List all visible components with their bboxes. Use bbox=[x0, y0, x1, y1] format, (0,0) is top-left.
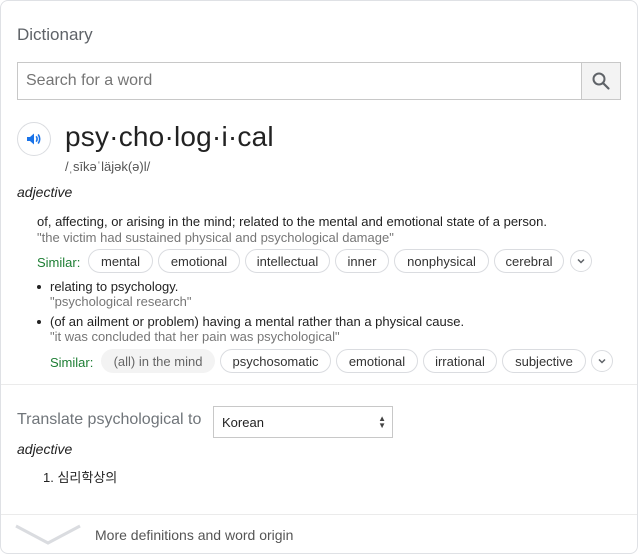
select-arrows-icon: ▲ ▼ bbox=[378, 414, 386, 430]
phonetic: /ˌsīkəˈläjək(ə)l/ bbox=[65, 159, 151, 174]
headword: psy·cho·log·i·cal bbox=[65, 121, 274, 152]
similar-chip[interactable]: subjective bbox=[502, 349, 586, 373]
card-title: Dictionary bbox=[17, 25, 93, 44]
expand-similar-button[interactable] bbox=[570, 250, 592, 272]
bullet bbox=[37, 320, 41, 324]
search-button[interactable] bbox=[581, 63, 620, 99]
definition-text: of, affecting, or arising in the mind; r… bbox=[37, 214, 547, 229]
pronounce-button[interactable] bbox=[17, 122, 51, 156]
similar-chip[interactable]: (all) in the mind bbox=[101, 349, 215, 373]
search-icon bbox=[592, 72, 610, 90]
translate-label: Translate psychological to bbox=[17, 411, 202, 428]
speaker-icon bbox=[27, 133, 41, 145]
similar-chip[interactable]: psychosomatic bbox=[220, 349, 331, 373]
chevron-down-icon bbox=[15, 524, 81, 545]
similar-chip[interactable]: cerebral bbox=[494, 249, 564, 273]
similar-chip[interactable]: mental bbox=[88, 249, 153, 273]
search-box bbox=[17, 62, 621, 100]
sub-definition-text: relating to psychology. bbox=[50, 279, 179, 294]
translation-item: 1. 심리학상의 bbox=[43, 470, 118, 485]
similar-chip[interactable]: nonphysical bbox=[394, 249, 489, 273]
language-select[interactable]: Korean ▲ ▼ bbox=[213, 406, 393, 438]
similar-chip[interactable]: inner bbox=[335, 249, 389, 273]
more-definitions-link[interactable]: More definitions and word origin bbox=[95, 527, 293, 543]
more-definitions-chevron[interactable] bbox=[15, 522, 81, 553]
similar-chip[interactable]: irrational bbox=[423, 349, 497, 373]
selected-language: Korean bbox=[222, 414, 264, 430]
sub-definition-text: (of an ailment or problem) having a ment… bbox=[50, 314, 465, 329]
chevron-down-icon bbox=[598, 358, 606, 364]
divider bbox=[1, 384, 637, 385]
similar-chip[interactable]: emotional bbox=[158, 249, 240, 273]
dictionary-card: Dictionary psy·cho·log·i·cal /ˌsīkəˈläjə… bbox=[0, 0, 638, 554]
bullet bbox=[37, 285, 41, 289]
sub-definition-example: "psychological research" bbox=[50, 294, 192, 309]
translation-part-of-speech: adjective bbox=[17, 441, 73, 457]
divider bbox=[1, 514, 637, 515]
similar-label: Similar: bbox=[37, 255, 81, 270]
similar-label: Similar: bbox=[50, 355, 94, 370]
part-of-speech: adjective bbox=[17, 184, 73, 200]
similar-chip[interactable]: emotional bbox=[336, 349, 418, 373]
similar-chip[interactable]: intellectual bbox=[245, 249, 330, 273]
expand-similar-button[interactable] bbox=[591, 350, 613, 372]
definition-example: "the victim had sustained physical and p… bbox=[37, 230, 394, 245]
sub-definition-example: "it was concluded that her pain was psyc… bbox=[50, 329, 340, 344]
chevron-down-icon bbox=[577, 258, 585, 264]
search-input[interactable] bbox=[18, 63, 598, 99]
